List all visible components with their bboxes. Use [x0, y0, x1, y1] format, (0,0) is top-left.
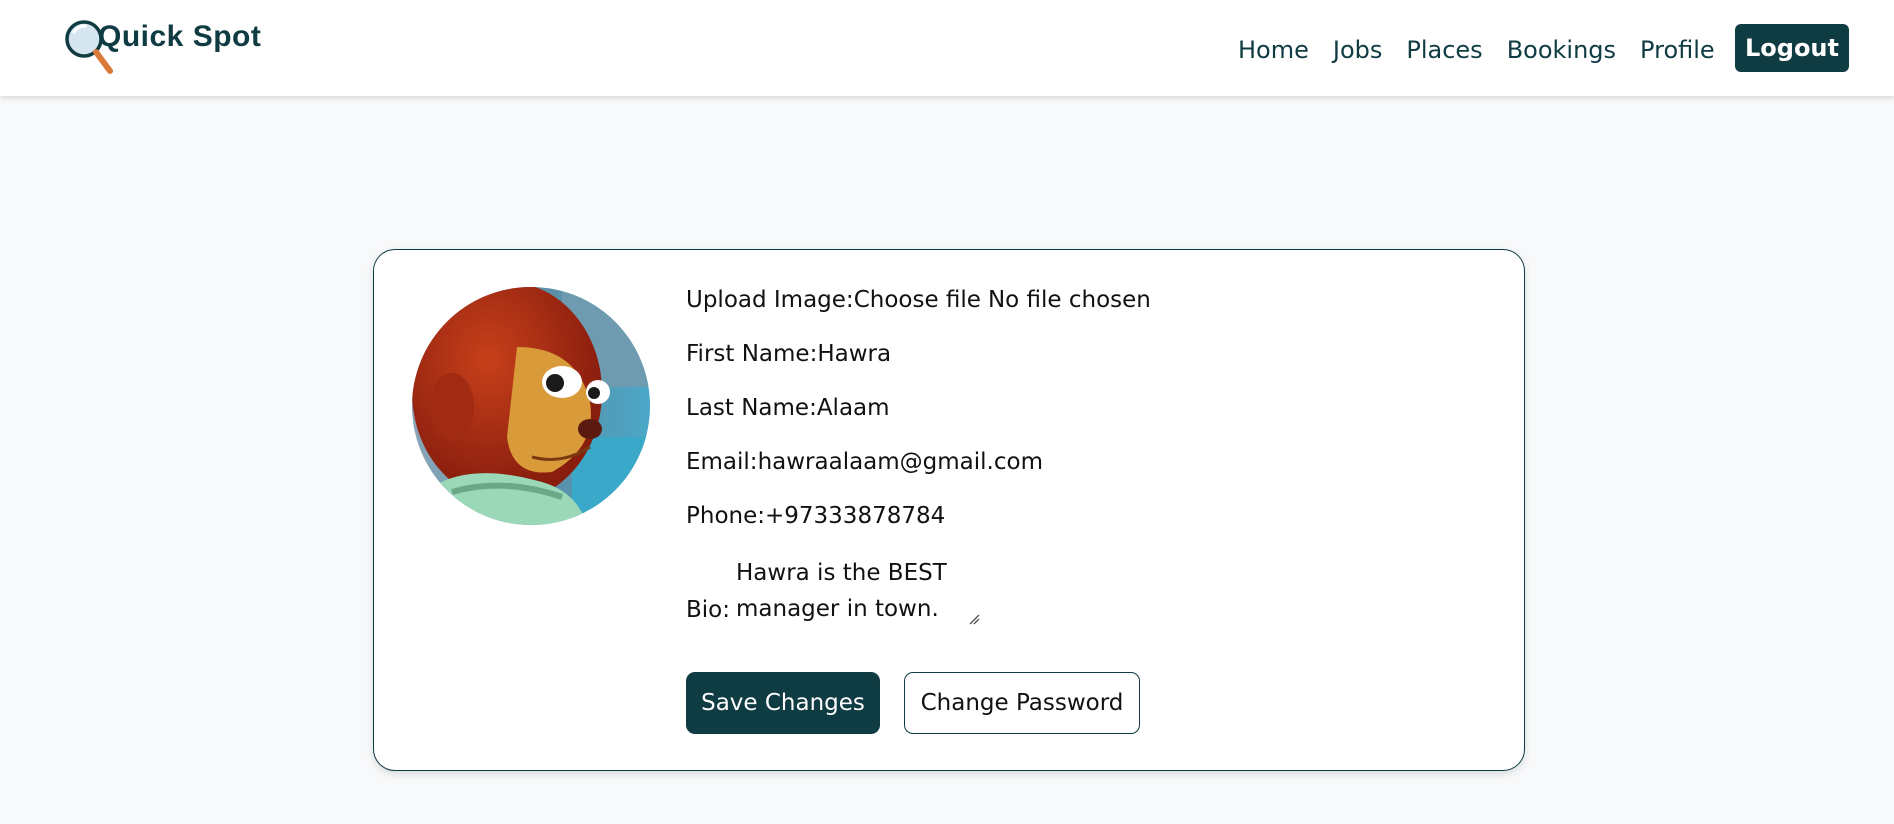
- first-name-field[interactable]: [817, 341, 1218, 367]
- profile-photo: [412, 287, 650, 525]
- nav-profile[interactable]: Profile: [1640, 30, 1715, 70]
- first-name-row: First Name:: [686, 339, 1218, 369]
- avatar: [412, 287, 650, 525]
- brand-name: Quick Spot: [98, 20, 262, 53]
- email-field[interactable]: [757, 449, 1158, 475]
- phone-field[interactable]: [765, 503, 1165, 529]
- email-row: Email:: [686, 447, 1158, 477]
- last-name-label: Last Name:: [686, 395, 817, 421]
- top-navbar: Quick Spot Home Jobs Places Bookings Pro…: [0, 0, 1894, 96]
- bio-label: Bio:: [686, 597, 730, 623]
- first-name-label: First Name:: [686, 341, 818, 367]
- nav-bookings[interactable]: Bookings: [1507, 30, 1616, 70]
- nav-places[interactable]: Places: [1406, 30, 1482, 70]
- email-label: Email:: [686, 449, 758, 475]
- nav-home[interactable]: Home: [1238, 30, 1309, 70]
- brand-logo[interactable]: Quick Spot: [64, 18, 264, 78]
- upload-row: Upload Image: Choose file No file chosen: [686, 285, 1151, 315]
- nav-jobs[interactable]: Jobs: [1333, 30, 1383, 70]
- choose-file-button[interactable]: Choose file: [854, 285, 981, 315]
- phone-row: Phone:: [686, 501, 1165, 531]
- last-name-field[interactable]: [816, 395, 1217, 421]
- profile-card: Upload Image: Choose file No file chosen…: [373, 249, 1525, 771]
- nav-links: Home Jobs Places Bookings Profile: [1238, 30, 1739, 70]
- upload-status: No file chosen: [987, 287, 1151, 313]
- save-changes-button[interactable]: Save Changes: [686, 672, 880, 734]
- phone-label: Phone:: [686, 503, 765, 529]
- change-password-button[interactable]: Change Password: [904, 672, 1140, 734]
- bio-text: Hawra is the BEST manager in town.: [736, 560, 947, 622]
- upload-label: Upload Image:: [686, 287, 854, 313]
- bio-row: Bio: Hawra is the BEST manager in town.: [686, 555, 980, 625]
- bio-textarea[interactable]: Hawra is the BEST manager in town.: [730, 555, 980, 625]
- last-name-row: Last Name:: [686, 393, 1217, 423]
- resize-handle-icon[interactable]: [968, 613, 980, 625]
- logout-button[interactable]: Logout: [1735, 24, 1849, 72]
